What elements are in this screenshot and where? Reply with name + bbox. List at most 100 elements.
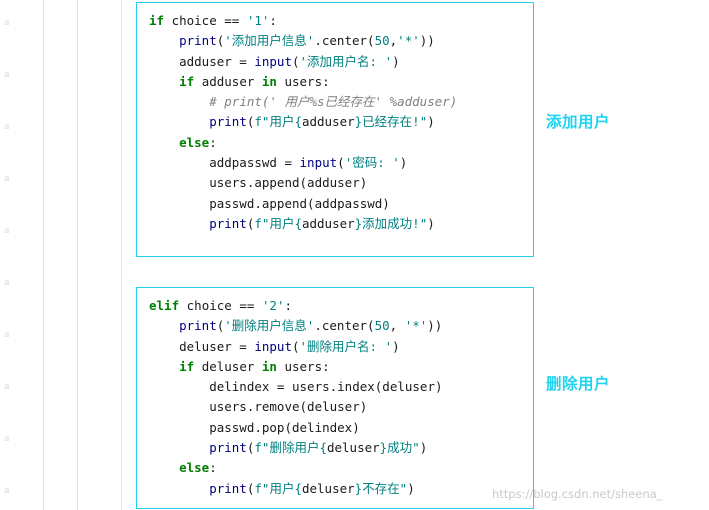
code-token: input (254, 338, 292, 354)
code-token: delindex = users.index(deluser) (149, 379, 443, 395)
code-token: addpasswd = (149, 155, 300, 171)
gutter-mark: a (4, 330, 10, 340)
code-token: ) (427, 215, 435, 231)
code-token: f"用户{ (254, 215, 302, 231)
code-token: ) (399, 155, 408, 171)
code-token: : (209, 460, 217, 476)
code-token: : (284, 298, 293, 313)
code-token: '密码: ' (344, 155, 400, 171)
code-token: users: (284, 358, 330, 374)
code-token: # print(' 用户%s已经存在' %adduser) (209, 94, 458, 110)
code-token: ) (427, 114, 435, 130)
code-token: users.append(adduser) (149, 175, 368, 191)
code-token: deluser (201, 358, 262, 374)
code-token: print (179, 33, 217, 49)
gutter-mark: a (4, 382, 10, 392)
code-token: adduser = (149, 53, 255, 69)
code-token: }不存在" (354, 480, 408, 496)
code-token: , (389, 318, 405, 334)
code-token: ( (337, 155, 345, 171)
code-token: else (179, 460, 210, 476)
gutter-marks: a a a a a a a a a a (0, 0, 43, 510)
code-token: deluser (326, 440, 380, 456)
code-token: passwd.append(addpasswd) (149, 195, 390, 211)
code-token: choice == (171, 13, 247, 28)
code-token: )) (419, 33, 435, 49)
code-token: }已经存在!" (354, 114, 428, 130)
gutter-mark: a (4, 486, 10, 496)
code-token: adduser (201, 73, 262, 89)
code-token: deluser (301, 480, 355, 496)
code-token: if (149, 13, 172, 28)
code-token: users: (284, 73, 330, 89)
code-token: f"用户{ (254, 480, 302, 496)
code-token: 50 (374, 318, 390, 334)
code-token: ( (292, 338, 300, 354)
code-token: adduser (301, 215, 355, 231)
code-token: f"用户{ (254, 114, 302, 130)
add-user-code-text: if choice == '1': print ( '添加用户信息'.center(… (137, 3, 533, 234)
code-token: '2' (261, 298, 285, 313)
code-token: deluser = (149, 338, 255, 354)
code-token: elif (149, 298, 187, 313)
gutter-mark: a (4, 226, 10, 236)
code-token: print (209, 440, 247, 456)
code-token: adduser (301, 114, 355, 130)
code-token: }添加成功!" (354, 215, 428, 231)
delete-user-code-text: elif choice == '2': print ( '删除用户信息'.cente… (137, 288, 533, 499)
code-token: users.remove(deluser) (149, 399, 368, 415)
code-token: print (179, 318, 217, 334)
code-token: : (269, 13, 277, 28)
code-token: input (299, 155, 338, 171)
code-token: .center( (314, 318, 375, 334)
code-token: '*' (397, 33, 420, 49)
watermark: https://blog.csdn.net/sheena_ (492, 487, 663, 501)
code-token: if (179, 358, 202, 374)
gutter-mark: a (4, 122, 10, 132)
gutter-mark: a (4, 18, 10, 28)
delete-user-annotation: 删除用户 (546, 375, 611, 393)
code-token: ) (407, 480, 415, 496)
code-token: input (254, 53, 292, 69)
add-user-annotation: 添加用户 (546, 113, 611, 131)
gutter-mark: a (4, 278, 10, 288)
code-token: choice == (186, 298, 262, 313)
code-token: ) (419, 440, 428, 456)
code-token: '1' (246, 13, 270, 28)
code-token: ) (392, 53, 400, 69)
gutter-rule-2 (77, 0, 78, 510)
code-token: ( (292, 53, 300, 69)
code-token: passwd.pop(delindex) (149, 419, 360, 435)
code-token: '删除用户名: ' (299, 338, 393, 354)
code-screenshot-page: aaaaaaaaaa if choice == '1': print('添加用户… (0, 0, 709, 510)
gutter-rule-1 (43, 0, 44, 510)
code-token: '删除用户信息' (224, 318, 315, 334)
delete-user-code-block: elif choice == '2': print ( '删除用户信息'.cente… (136, 287, 534, 509)
code-token: ) (392, 338, 400, 354)
code-token: in (261, 73, 285, 89)
code-token: 50 (374, 33, 390, 49)
code-token: }成功" (379, 440, 420, 456)
gutter-mark: a (4, 174, 10, 184)
code-token: f"删除用户{ (254, 440, 327, 456)
code-token: if (179, 73, 202, 89)
code-token: '添加用户信息' (224, 33, 315, 49)
add-user-code-block: if choice == '1': print ( '添加用户信息'.center(… (136, 2, 534, 257)
code-token: else (179, 134, 210, 150)
code-token: '添加用户名: ' (299, 53, 393, 69)
code-token: print (209, 114, 247, 130)
code-token: .center( (314, 33, 375, 49)
code-token: : (209, 134, 217, 150)
gutter-rule-3 (121, 0, 122, 510)
gutter-mark: a (4, 70, 10, 80)
